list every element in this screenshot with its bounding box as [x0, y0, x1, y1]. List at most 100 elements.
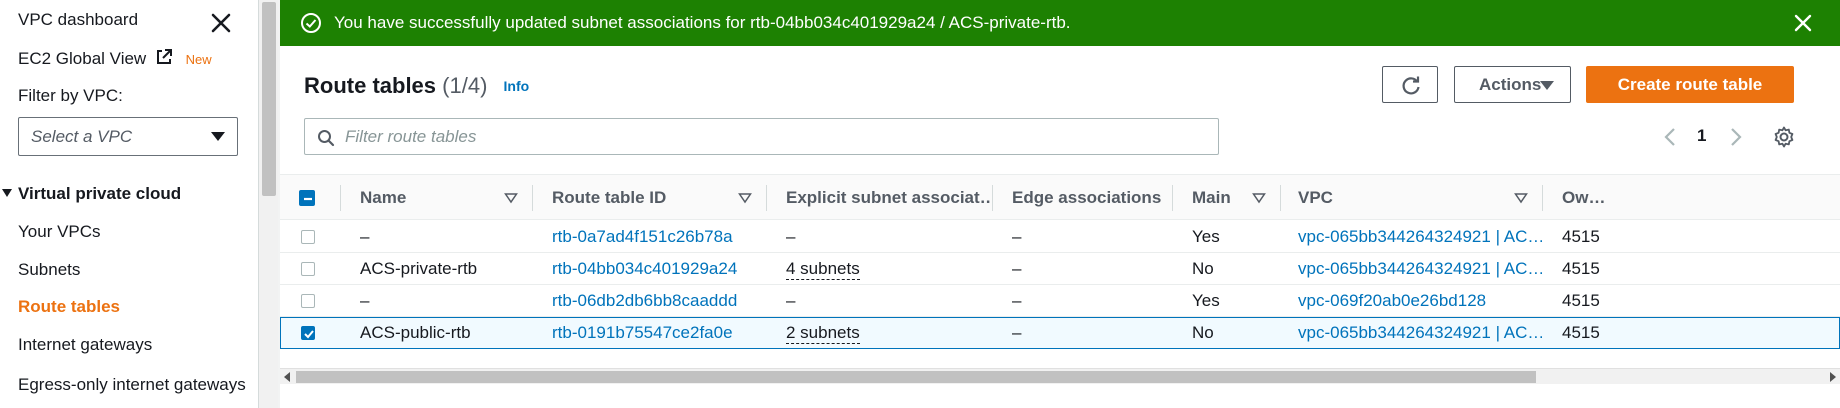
- cell-edge: –: [1012, 323, 1022, 342]
- info-link[interactable]: Info: [504, 78, 530, 94]
- cell-vpc[interactable]: vpc-069f20ab0e26bd128: [1298, 285, 1542, 317]
- sidebar-item-egress-only-internet-gateways[interactable]: Egress-only internet gateways: [18, 373, 246, 397]
- scroll-right-icon[interactable]: [1830, 372, 1836, 382]
- route-tables-panel: Route tables (1/4) Info Actions Create r…: [280, 46, 1840, 408]
- sidebar-item-internet-gateways[interactable]: Internet gateways: [18, 335, 152, 355]
- scrollbar-thumb[interactable]: [262, 2, 276, 196]
- sidebar-scrollbar[interactable]: [258, 0, 278, 408]
- column-divider: [1172, 185, 1173, 211]
- column-header-explicit-subnet-associations[interactable]: Explicit subnet associat…: [786, 175, 992, 221]
- gear-icon[interactable]: [1772, 125, 1796, 149]
- create-route-table-button[interactable]: Create route table: [1586, 66, 1794, 103]
- column-divider: [1542, 185, 1543, 211]
- row-checkbox[interactable]: [301, 294, 315, 308]
- cell-explicit: 2 subnets: [786, 317, 992, 349]
- close-icon[interactable]: [1792, 12, 1814, 34]
- check-circle-icon: [301, 13, 321, 33]
- table-header: Name Route table ID Explicit subnet asso…: [280, 174, 1840, 220]
- column-divider: [340, 185, 341, 211]
- section-virtual-private-cloud[interactable]: Virtual private cloud: [0, 184, 181, 204]
- column-header-vpc[interactable]: VPC: [1298, 175, 1542, 221]
- column-divider: [992, 185, 993, 211]
- cell-name: ACS-private-rtb: [360, 259, 478, 278]
- cell-vpc[interactable]: vpc-065bb344264324921 | AC…: [1298, 317, 1542, 349]
- cell-route-table-id[interactable]: rtb-04bb034c401929a24: [552, 253, 766, 285]
- flash-message: You have successfully updated subnet ass…: [334, 13, 1071, 32]
- row-checkbox[interactable]: [301, 326, 315, 340]
- external-link-icon: [156, 49, 172, 64]
- minus-icon: [304, 197, 312, 201]
- section-label: Virtual private cloud: [18, 184, 182, 203]
- cell-owner: 4515: [1562, 291, 1600, 310]
- column-header-route-table-id[interactable]: Route table ID: [552, 175, 766, 221]
- cell-owner: 4515: [1562, 227, 1600, 246]
- row-checkbox[interactable]: [301, 262, 315, 276]
- table-row[interactable]: ACS-private-rtb rtb-04bb034c401929a24 4 …: [280, 253, 1840, 285]
- search-icon: [318, 130, 335, 147]
- chevron-right-icon[interactable]: [1728, 126, 1744, 148]
- cell-explicit: –: [786, 227, 796, 246]
- table-row[interactable]: – rtb-0a7ad4f151c26b78a – – Yes vpc-065b…: [280, 221, 1840, 253]
- subnets-popover-trigger[interactable]: 2 subnets: [786, 323, 860, 344]
- close-icon[interactable]: [208, 10, 234, 36]
- panel-footer: [280, 384, 1840, 408]
- vpc-select-placeholder: Select a VPC: [31, 126, 133, 146]
- column-divider: [532, 185, 533, 211]
- table-row[interactable]: – rtb-06db2db6bb8caaddd – – Yes vpc-069f…: [280, 285, 1840, 317]
- cell-vpc[interactable]: vpc-065bb344264324921 | AC…: [1298, 221, 1542, 253]
- cell-name: –: [360, 291, 370, 310]
- refresh-button[interactable]: [1382, 66, 1438, 103]
- select-all-checkbox[interactable]: [299, 190, 315, 206]
- caret-down-icon: [211, 132, 225, 141]
- table-horizontal-scrollbar[interactable]: [280, 368, 1840, 384]
- main-content: You have successfully updated subnet ass…: [278, 0, 1840, 408]
- column-label: Name: [360, 188, 407, 207]
- sidebar-item-label: EC2 Global View: [18, 49, 147, 68]
- subnets-popover-trigger[interactable]: 4 subnets: [786, 259, 860, 280]
- caret-down-icon: [1540, 81, 1554, 90]
- actions-button[interactable]: Actions: [1454, 66, 1571, 103]
- chevron-left-icon[interactable]: [1662, 126, 1678, 148]
- sort-icon: [1514, 193, 1528, 204]
- column-label: Route table ID: [552, 188, 667, 207]
- page-title: Route tables (1/4) Info: [304, 73, 529, 99]
- filter-by-vpc-label: Filter by VPC:: [18, 86, 123, 105]
- sidebar-item-ec2-global-view[interactable]: EC2 Global View New: [18, 48, 212, 69]
- column-header-owner[interactable]: Ow…: [1562, 175, 1622, 221]
- cell-explicit: –: [786, 291, 796, 310]
- vpc-select[interactable]: Select a VPC: [18, 117, 238, 156]
- search-input[interactable]: [345, 125, 1205, 149]
- column-header-main[interactable]: Main: [1192, 175, 1280, 221]
- column-header-edge-associations[interactable]: Edge associations: [1012, 175, 1172, 221]
- sidebar-item-your-vpcs[interactable]: Your VPCs: [18, 222, 101, 242]
- column-label: Main: [1192, 188, 1231, 207]
- table-row-selected[interactable]: ACS-public-rtb rtb-0191b75547ce2fa0e 2 s…: [280, 317, 1840, 349]
- caret-down-icon: [2, 189, 12, 197]
- sidebar-item-vpc-dashboard[interactable]: VPC dashboard: [18, 10, 138, 30]
- cell-route-table-id[interactable]: rtb-0191b75547ce2fa0e: [552, 317, 766, 349]
- scrollbar-thumb[interactable]: [296, 371, 1536, 383]
- column-divider: [766, 185, 767, 211]
- cell-route-table-id[interactable]: rtb-0a7ad4f151c26b78a: [552, 221, 766, 253]
- page-number[interactable]: 1: [1697, 126, 1706, 146]
- cell-edge: –: [1012, 291, 1022, 310]
- sort-icon: [738, 193, 752, 204]
- scroll-left-icon[interactable]: [284, 372, 290, 382]
- search-field[interactable]: [304, 118, 1219, 155]
- cell-name: ACS-public-rtb: [360, 323, 471, 342]
- refresh-icon: [1402, 76, 1420, 95]
- cell-route-table-id[interactable]: rtb-06db2db6bb8caaddd: [552, 285, 766, 317]
- cell-main: Yes: [1192, 227, 1220, 246]
- new-badge: New: [185, 52, 212, 67]
- cell-main: No: [1192, 323, 1214, 342]
- sidebar-item-subnets[interactable]: Subnets: [18, 260, 80, 280]
- cell-owner: 4515: [1562, 323, 1600, 342]
- cell-explicit: 4 subnets: [786, 253, 992, 285]
- check-icon: [304, 330, 314, 339]
- column-header-name[interactable]: Name: [360, 175, 532, 221]
- selection-count: (1/4): [442, 73, 488, 98]
- row-checkbox[interactable]: [301, 230, 315, 244]
- cell-vpc[interactable]: vpc-065bb344264324921 | AC…: [1298, 253, 1542, 285]
- cell-main: No: [1192, 259, 1214, 278]
- sidebar-item-route-tables[interactable]: Route tables: [18, 297, 120, 317]
